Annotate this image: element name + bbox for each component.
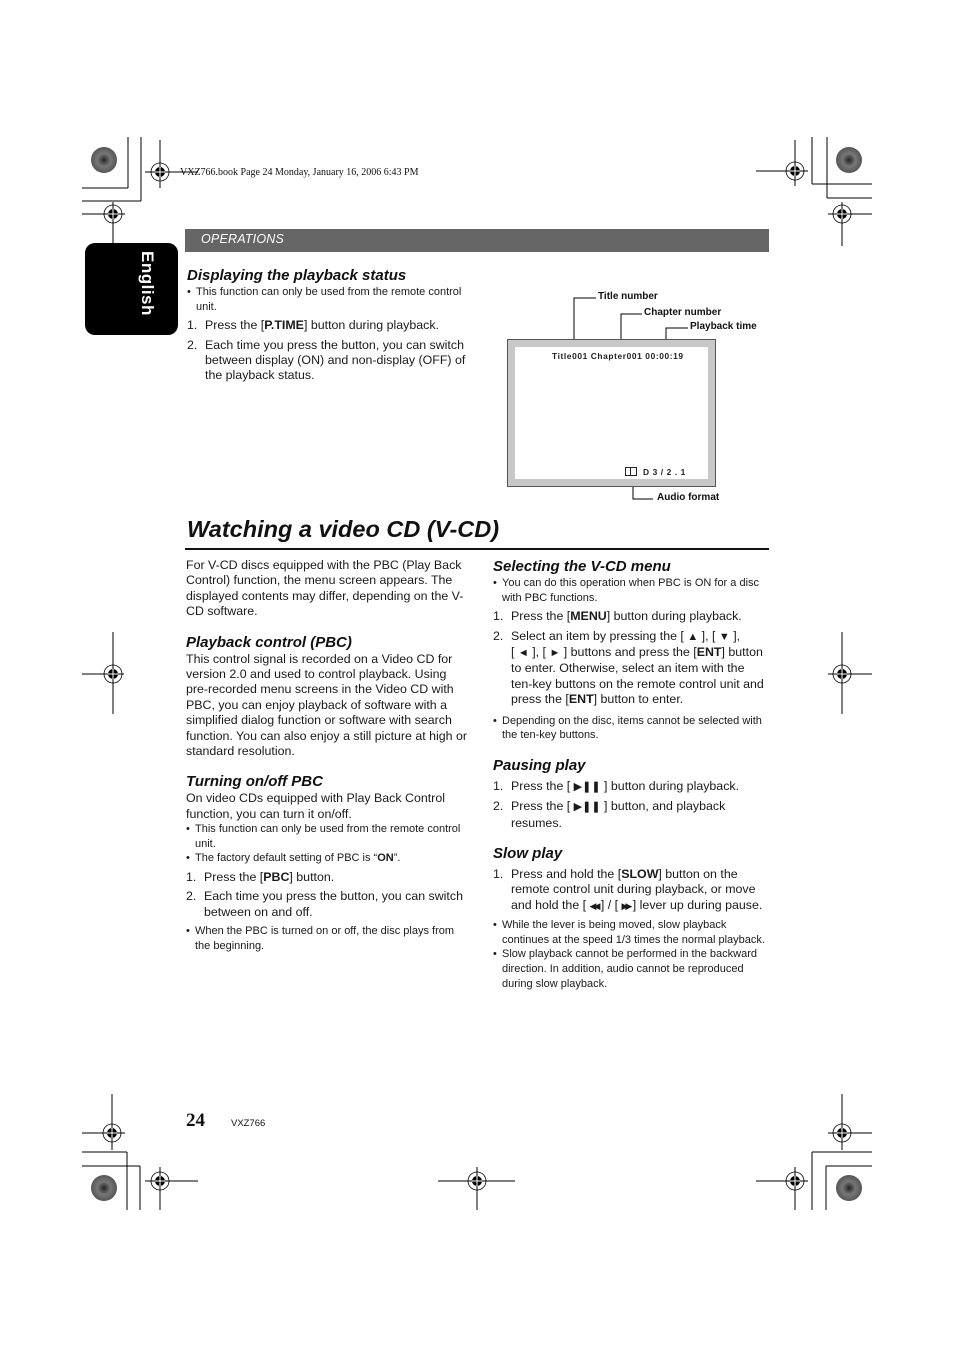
play-pause-icon: ▶❚❚ <box>573 801 601 814</box>
model-name: VXZ766 <box>231 1118 266 1129</box>
play-pause-icon: ▶❚❚ <box>573 780 601 793</box>
note-bullet: The factory default setting of PBC is “O… <box>186 851 471 866</box>
step-item: 2. Press the [ ▶❚❚ ] button, and playback… <box>493 799 726 830</box>
dolby-icon <box>625 467 637 476</box>
playback-status-section: Displaying the playback status This func… <box>187 267 472 384</box>
crop-marks <box>82 137 872 1210</box>
left-column: For V-CD discs equipped with the PBC (Pl… <box>186 558 471 953</box>
callout-lines <box>571 297 688 500</box>
pbc-heading: Playback control (PBC) <box>186 633 352 651</box>
page-title: Watching a video CD (V-CD) <box>187 516 500 542</box>
down-arrow-icon: ▼ <box>718 630 730 643</box>
intro-paragraph: For V-CD discs equipped with the PBC (Pl… <box>186 558 464 619</box>
note-bullet: You can do this operation when PBC is ON… <box>493 576 769 605</box>
step-item: 1. Press the [P.TIME] button during playb… <box>187 318 439 333</box>
note-bullet: This function can only be used from the … <box>186 822 471 851</box>
selecting-heading: Selecting the V-CD menu <box>493 558 671 575</box>
note-bullet: This function can only be used from the … <box>187 285 472 314</box>
right-column: Selecting the V-CD menu You can do this … <box>493 558 769 991</box>
osd-status-line: Title001 Chapter001 00:00:19 <box>552 351 684 361</box>
step-item: 1. Press and hold the [SLOW] button on th… <box>493 867 769 914</box>
step-item: 2. Each time you press the button, you ca… <box>187 337 466 383</box>
file-meta: VXZ766.book Page 24 Monday, January 16, … <box>180 167 419 178</box>
title-number-callout: Title number <box>598 291 658 302</box>
turning-paragraph: On video CDs equipped with Play Back Con… <box>186 791 445 821</box>
right-arrow-icon: ► <box>549 647 561 659</box>
page-number: 24 <box>186 1110 205 1131</box>
step-item: 1. Press the [ ▶❚❚ ] button during playba… <box>493 779 769 795</box>
turning-heading: Turning on/off PBC <box>186 773 323 791</box>
note-bullet: Slow playback cannot be performed in the… <box>493 947 769 991</box>
section-heading: Displaying the playback status <box>187 267 407 284</box>
step-item: 1. Press the [PBC] button. <box>186 870 335 885</box>
language-tab: English <box>85 243 178 335</box>
language-label: English <box>138 251 157 316</box>
section-bar: OPERATIONS <box>185 229 769 252</box>
osd-audio-line: D 3 / 2 . 1 <box>625 467 686 477</box>
playback-time-callout: Playback time <box>690 321 757 332</box>
screen: Title001 Chapter001 00:00:19 D 3 / 2 . 1 <box>515 347 708 479</box>
step-item: 1. Press the [MENU] button during playbac… <box>493 609 742 624</box>
step-item: 2. Select an item by pressing the [ ▲ ], … <box>493 628 764 707</box>
chapter-number-callout: Chapter number <box>644 307 722 318</box>
note-bullet: Depending on the disc, items cannot be s… <box>493 714 769 743</box>
note-bullet: While the lever is being moved, slow pla… <box>493 918 769 947</box>
left-arrow-icon: ◄ <box>517 647 529 659</box>
pausing-heading: Pausing play <box>493 756 586 774</box>
slow-heading: Slow play <box>493 845 563 863</box>
note-bullet: When the PBC is turned on or off, the di… <box>186 924 471 953</box>
pbc-paragraph: This control signal is recorded on a Vid… <box>186 651 468 759</box>
audio-format-callout: Audio format <box>657 492 720 503</box>
up-arrow-icon: ▲ <box>687 630 699 643</box>
step-item: 2. Each time you press the button, you ca… <box>186 889 463 919</box>
title-rule <box>185 548 769 550</box>
section-title: OPERATIONS <box>201 232 285 246</box>
screen-frame: Title001 Chapter001 00:00:19 D 3 / 2 . 1 <box>507 339 716 487</box>
